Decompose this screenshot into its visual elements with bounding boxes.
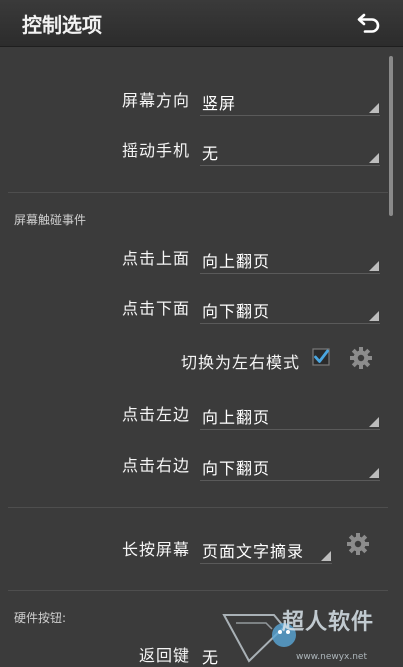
title-bar: 控制选项 — [0, 0, 403, 47]
watermark-url: www.newyx.net — [296, 652, 368, 662]
screen-direction-spinner[interactable]: 竖屏 — [200, 85, 380, 116]
tap-top-label: 点击上面 — [121, 249, 190, 268]
tap-left-value: 向上翻页 — [202, 408, 271, 427]
tap-right-label: 点击右边 — [121, 456, 190, 475]
lr-mode-label: 切换为左右模式 — [180, 353, 300, 372]
gear-icon[interactable] — [346, 532, 370, 556]
screen-direction-label: 屏幕方向 — [121, 91, 190, 110]
long-press-label: 长按屏幕 — [121, 540, 190, 559]
dropdown-triangle-icon — [369, 468, 379, 478]
dropdown-triangle-icon — [369, 153, 379, 163]
divider — [8, 590, 388, 591]
long-press-spinner[interactable]: 页面文字摘录 — [200, 533, 332, 564]
tap-top-value: 向上翻页 — [202, 252, 271, 271]
tap-right-value: 向下翻页 — [202, 459, 271, 478]
hardware-buttons-section-header: 硬件按钮: — [14, 611, 67, 625]
shake-phone-value: 无 — [202, 144, 220, 163]
back-arrow-icon[interactable] — [357, 11, 381, 33]
tap-bottom-spinner[interactable]: 向下翻页 — [200, 293, 380, 324]
back-key-value: 无 — [202, 648, 220, 667]
dropdown-triangle-icon — [369, 103, 379, 113]
scrollbar[interactable] — [389, 56, 393, 216]
shake-phone-spinner[interactable]: 无 — [200, 135, 380, 166]
dropdown-triangle-icon — [369, 417, 379, 427]
tap-bottom-label: 点击下面 — [121, 299, 190, 318]
tap-left-label: 点击左边 — [121, 405, 190, 424]
tap-left-spinner[interactable]: 向上翻页 — [200, 399, 380, 430]
lr-mode-checkbox[interactable] — [312, 348, 330, 366]
dropdown-triangle-icon — [369, 311, 379, 321]
divider — [8, 507, 388, 508]
dropdown-triangle-icon — [369, 261, 379, 271]
touch-events-section-header: 屏幕触碰事件 — [14, 213, 87, 227]
tap-bottom-value: 向下翻页 — [202, 302, 271, 321]
shake-phone-label: 摇动手机 — [121, 141, 190, 160]
tap-right-spinner[interactable]: 向下翻页 — [200, 450, 380, 481]
control-options-screen: 控制选项 屏幕方向 竖屏 摇动手机 无 屏幕触碰事件 点击上面 向上翻页 点击下… — [0, 0, 403, 667]
long-press-value: 页面文字摘录 — [202, 542, 305, 561]
back-key-label: 返回键 — [138, 646, 190, 665]
dropdown-triangle-icon — [321, 551, 331, 561]
watermark-text: 超人软件 — [282, 610, 375, 635]
divider — [8, 192, 388, 193]
page-title: 控制选项 — [22, 13, 102, 37]
gear-icon[interactable] — [349, 346, 373, 370]
screen-direction-value: 竖屏 — [202, 94, 237, 113]
tap-top-spinner[interactable]: 向上翻页 — [200, 243, 380, 274]
